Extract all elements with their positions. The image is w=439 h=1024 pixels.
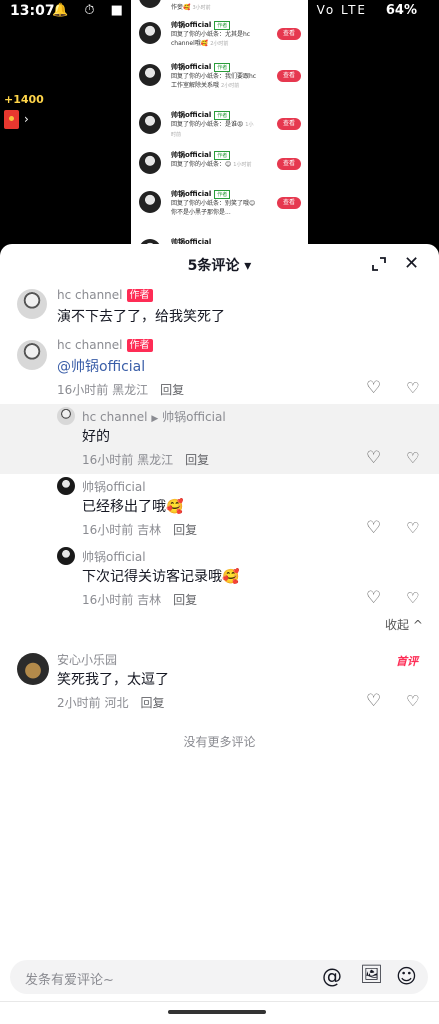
dislike-icon[interactable]: ♡ (406, 692, 419, 710)
author-badge: 作者 (126, 339, 153, 352)
video-notification-row: 帅锅official 作者 回复了你的小纸条：我们要跟hc工作室解除关系哦 2小时前… (131, 62, 308, 110)
view-button[interactable]: 查看 (277, 197, 301, 209)
avatar[interactable] (57, 477, 75, 495)
expand-icon[interactable] (371, 256, 387, 272)
view-button[interactable]: 查看 (277, 28, 301, 40)
first-comment-badge: 首评 (396, 655, 418, 668)
avatar (139, 191, 161, 213)
image-icon[interactable]: 🖼 (360, 964, 383, 985)
view-button[interactable]: 查看 (277, 158, 301, 170)
chevron-right-icon[interactable]: › (24, 112, 29, 126)
view-button[interactable]: 查看 (277, 70, 301, 82)
avatar (139, 112, 161, 134)
dislike-icon[interactable]: ♡ (406, 589, 419, 607)
avatar (139, 0, 161, 8)
dislike-icon[interactable]: ♡ (406, 449, 419, 467)
like-icon[interactable]: ♡ (366, 378, 381, 398)
avatar[interactable] (17, 653, 49, 685)
reply-button[interactable]: 回复 (140, 696, 164, 710)
reply-button[interactable]: 回复 (185, 453, 209, 467)
close-icon[interactable]: ✕ (404, 253, 419, 274)
comment-text[interactable]: 笑死我了，太逗了 (57, 669, 169, 689)
reply-text[interactable]: 好的 (82, 426, 110, 446)
avatar (139, 64, 161, 86)
comment-input[interactable]: 发条有爱评论~ @ 🖼 ☺ (10, 960, 428, 994)
caret-down-icon: ▾ (244, 258, 252, 274)
reply-meta: 16小时前 黑龙江 回复 (82, 453, 210, 467)
avatar[interactable] (17, 340, 47, 370)
red-packet-icon[interactable] (4, 110, 19, 129)
reward-counter[interactable]: +1400 (4, 93, 44, 106)
video-notification-row: 帅锅official 作者 回复了你的小纸条：别笑了哦😊你不是小黑子那你是... … (131, 189, 308, 237)
reply-author[interactable]: 帅锅official (82, 548, 146, 565)
reply-text[interactable]: 已经移出了哦🥰 (82, 496, 183, 516)
emoji-icon[interactable]: ☺ (396, 964, 417, 988)
reply-meta: 16小时前 吉林 回复 (82, 523, 198, 537)
reply-author[interactable]: 帅锅official (82, 478, 146, 495)
no-more-comments: 没有更多评论 (183, 735, 256, 749)
comment-panel: 5条评论 ▾ ✕ hc channel 作者 演不下去了了，给我笑死了 hc ch… (0, 244, 439, 1024)
status-left-icons: 🔔 ⏱ ■ (52, 3, 129, 18)
comment-input-placeholder: 发条有爱评论~ (25, 973, 114, 988)
comment-meta: 16小时前 黑龙江 回复 (57, 383, 185, 397)
comment-text[interactable]: @帅锅official (57, 356, 145, 376)
comment-author[interactable]: 安心小乐园 (57, 651, 117, 668)
chevron-up-icon: ^ (412, 618, 423, 632)
reply-meta: 16小时前 吉林 回复 (82, 593, 198, 607)
author-badge: 作者 (126, 289, 153, 302)
like-icon[interactable]: ♡ (366, 588, 381, 608)
network-icon: Vo LTE (316, 3, 367, 17)
dislike-icon[interactable]: ♡ (406, 519, 419, 537)
reply-author[interactable]: hc channel ▶ 帅锅official (82, 408, 226, 425)
divider (0, 1001, 439, 1002)
avatar (139, 22, 161, 44)
like-icon[interactable]: ♡ (366, 448, 381, 468)
comment-author[interactable]: hc channel 作者 (57, 338, 153, 352)
reply-text[interactable]: 下次记得关访客记录哦🥰 (82, 566, 239, 586)
like-icon[interactable]: ♡ (366, 518, 381, 538)
collapse-replies-button[interactable]: 收起 ^ (385, 616, 423, 633)
view-button[interactable]: 查看 (277, 118, 301, 130)
like-icon[interactable]: ♡ (366, 691, 381, 711)
battery-level: 64% (385, 3, 417, 18)
avatar (139, 152, 161, 174)
home-indicator[interactable] (168, 1010, 266, 1014)
reply-arrow-icon: ▶ (151, 414, 159, 424)
comment-text[interactable]: 演不下去了了，给我笑死了 (57, 306, 225, 326)
status-time: 13:07 (10, 3, 55, 19)
reply-button[interactable]: 回复 (173, 523, 197, 537)
avatar[interactable] (57, 407, 75, 425)
video-notification-row: 帅锅official 作者 回复了你的小纸条：尤其是hc channel哦🥰 2小时… (131, 20, 308, 68)
comment-meta: 2小时前 河北 回复 (57, 696, 165, 710)
reply-button[interactable]: 回复 (173, 593, 197, 607)
avatar[interactable] (57, 547, 75, 565)
dislike-icon[interactable]: ♡ (406, 379, 419, 397)
video-content[interactable]: 作妾🥰 3小时前 帅锅official 作者 回复了你的小纸条：尤其是hc chan… (131, 0, 308, 246)
reply-button[interactable]: 回复 (160, 383, 184, 397)
mention-icon[interactable]: @ (322, 964, 342, 988)
avatar[interactable] (17, 289, 47, 319)
comment-author[interactable]: hc channel 作者 (57, 288, 153, 302)
